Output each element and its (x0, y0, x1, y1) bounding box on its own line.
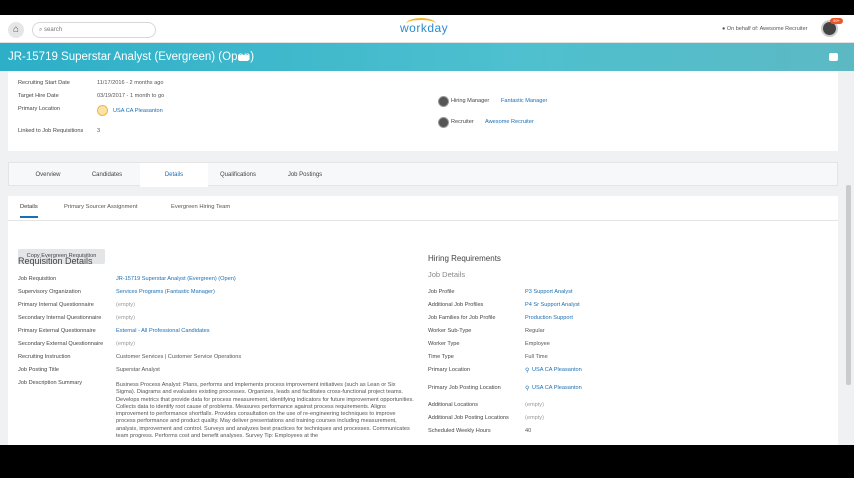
requisition-field-value[interactable]: Services Programs (Fantastic Manager) (116, 289, 215, 295)
hiring-field-label: Primary Job Posting Location (428, 385, 501, 391)
tab-overview[interactable]: Overview (18, 163, 78, 187)
person-avatar-icon (438, 96, 449, 107)
hiring-field-value[interactable]: P3 Support Analyst (525, 289, 573, 295)
summary-value: 11/17/2016 - 2 months ago (97, 80, 164, 86)
requisition-field-label: Primary Internal Questionnaire (18, 302, 94, 308)
requisition-field-label: Job Description Summary (18, 380, 83, 386)
person-link[interactable]: Awesome Recruiter (485, 119, 534, 125)
person-label: Hiring Manager (451, 98, 490, 104)
summary-value: 3 (97, 128, 101, 134)
home-icon[interactable]: ⌂ (8, 22, 24, 38)
requisition-field-value: (empty) (116, 302, 135, 308)
requisition-field-value[interactable]: External - All Professional Candidates (116, 328, 210, 334)
scrollbar[interactable] (846, 185, 851, 385)
hiring-field-value: Full Time (525, 354, 548, 360)
hiring-field-label: Primary Location (428, 367, 470, 373)
notification-badge[interactable]: 99+ (830, 18, 843, 24)
hiring-field-value[interactable]: P4 Sr Support Analyst (525, 302, 580, 308)
tab-details[interactable]: Details (140, 163, 208, 187)
search-input[interactable]: ⌕ search (32, 22, 156, 38)
person-link[interactable]: Fantastic Manager (501, 98, 547, 104)
summary-label: Primary Location (18, 106, 60, 112)
on-behalf-text: ● On behalf of: Awesome Recruiter (722, 26, 808, 32)
hiring-field-value: (empty) (525, 402, 544, 408)
top-bar: ⌂ ⌕ search workday ● On behalf of: Aweso… (0, 15, 854, 43)
primary-location-link[interactable]: USA CA Pleasanton (113, 108, 163, 114)
hiring-field-value[interactable]: Production Support (525, 315, 573, 321)
summary-label: Recruiting Start Date (18, 80, 70, 86)
requisition-field-label: Supervisory Organization (18, 289, 81, 295)
hiring-field-label: Worker Sub-Type (428, 328, 472, 334)
summary-label: Linked to Job Requisitions (18, 128, 84, 134)
summary-value: 03/19/2017 - 1 month to go (97, 93, 165, 99)
print-icon[interactable] (829, 53, 838, 61)
workday-logo[interactable]: workday (400, 21, 448, 35)
subtab-primary-sourcer-assignment[interactable]: Primary Sourcer Assignment (64, 204, 137, 210)
title-bar: JR-15719 Superstar Analyst (Evergreen) (… (0, 43, 854, 71)
hiring-field-label: Job Families for Job Profile (428, 315, 496, 321)
hiring-field-label: Worker Type (428, 341, 460, 347)
summary-label: Target Hire Date (18, 93, 59, 99)
workday-screen: ⌂ ⌕ search workday ● On behalf of: Aweso… (0, 15, 854, 445)
search-placeholder: search (44, 27, 63, 33)
job-description-text: Business Process Analyst: Plans, perform… (116, 382, 414, 440)
hiring-field-label: Additional Job Posting Locations (428, 415, 509, 421)
requisition-field-value: (empty) (116, 315, 135, 321)
requisition-field-value: (empty) (116, 341, 135, 347)
subtab-evergreen-hiring-team[interactable]: Evergreen Hiring Team (171, 204, 230, 210)
hiring-field-value[interactable]: USA CA Pleasanton (532, 385, 582, 391)
hiring-field-value: Regular (525, 328, 545, 334)
job-details-heading: Job Details (428, 270, 466, 279)
hiring-field-value: (empty) (525, 415, 544, 421)
page-title: JR-15719 Superstar Analyst (Evergreen) (… (8, 51, 255, 63)
hiring-field-label: Additional Job Profiles (428, 302, 484, 308)
requisition-field-label: Secondary External Questionnaire (18, 341, 104, 347)
related-actions-icon[interactable] (238, 55, 249, 61)
location-pin-icon: ⚲ (525, 386, 530, 392)
hiring-field-value: Employee (525, 341, 550, 347)
tab-qualifications[interactable]: Qualifications (208, 163, 268, 187)
hiring-requirements-heading: Hiring Requirements (428, 254, 501, 263)
hiring-field-label: Time Type (428, 354, 454, 360)
hiring-field-label: Scheduled Weekly Hours (428, 428, 491, 434)
requisition-field-value: Customer Services | Customer Service Ope… (116, 354, 242, 360)
location-pin-icon: ⚲ (525, 368, 530, 374)
person-label: Recruiter (451, 119, 474, 125)
tab-candidates[interactable]: Candidates (77, 163, 137, 187)
requisition-field-label: Job Posting Title (18, 367, 60, 373)
requisition-field-label: Job Requisition (18, 276, 57, 282)
requisition-field-label: Primary External Questionnaire (18, 328, 96, 334)
requisition-field-value[interactable]: JR-15719 Superstar Analyst (Evergreen) (… (116, 276, 236, 282)
hiring-field-value: 40 (525, 428, 532, 434)
tab-job-postings[interactable]: Job Postings (275, 163, 335, 187)
person-avatar-icon (438, 117, 449, 128)
hiring-field-label: Additional Locations (428, 402, 479, 408)
hiring-field-label: Job Profile (428, 289, 455, 295)
on-behalf-label: On behalf of: Awesome Recruiter (726, 26, 808, 32)
location-pin-icon (97, 105, 108, 116)
requisition-details-heading: Requisition Details (18, 256, 93, 266)
requisition-field-label: Secondary Internal Questionnaire (18, 315, 102, 321)
hiring-field-value[interactable]: USA CA Pleasanton (532, 367, 582, 373)
subtab-details[interactable]: Details (20, 204, 38, 218)
requisition-field-value: Superstar Analyst (116, 367, 160, 373)
requisition-field-label: Recruiting Instruction (18, 354, 71, 360)
